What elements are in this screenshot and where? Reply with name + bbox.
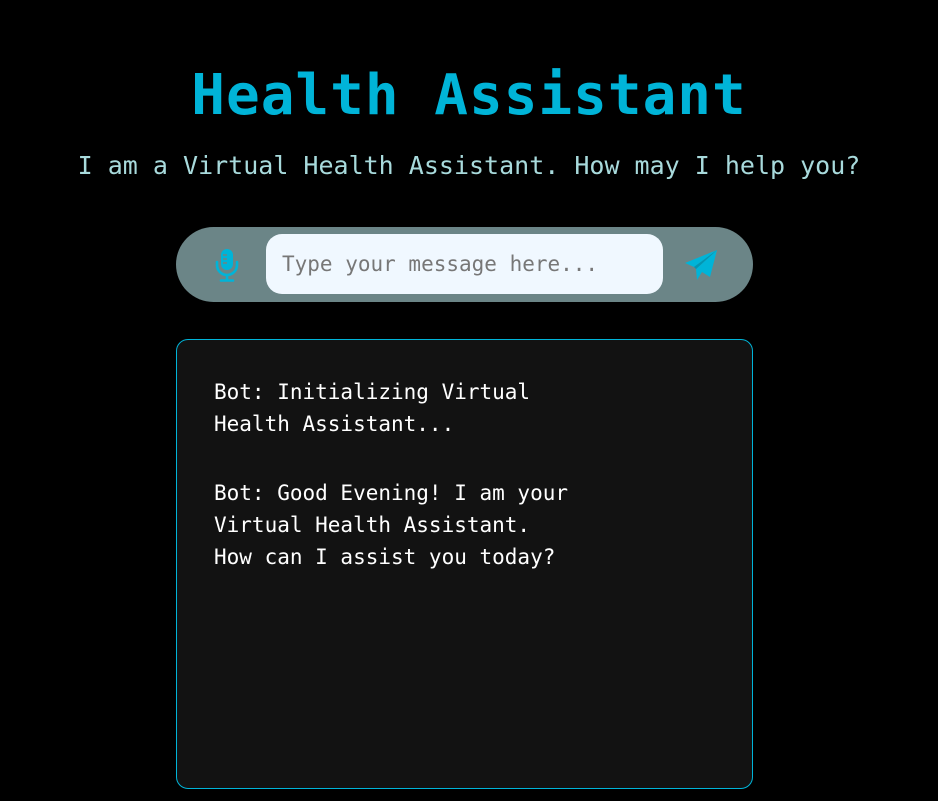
paper-plane-icon [685, 250, 717, 280]
chat-box: Bot: Initializing Virtual Health Assista… [176, 339, 753, 789]
page-subtitle: I am a Virtual Health Assistant. How may… [77, 151, 861, 180]
microphone-icon [215, 249, 239, 282]
chat-message: Bot: Good Evening! I am your Virtual Hea… [214, 481, 569, 569]
microphone-button[interactable] [210, 246, 244, 284]
message-input[interactable] [266, 234, 663, 294]
send-button[interactable] [682, 246, 720, 284]
message-input-bar [176, 227, 753, 302]
page-title: Health Assistant [191, 63, 747, 128]
page: Health Assistant I am a Virtual Health A… [0, 0, 938, 801]
chat-message: Bot: Initializing Virtual Health Assista… [214, 380, 531, 436]
